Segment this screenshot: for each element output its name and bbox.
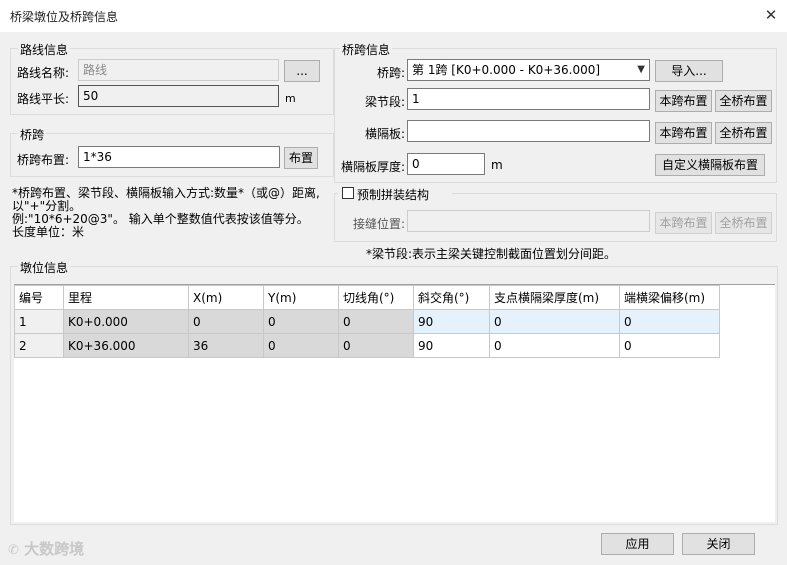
span-layout-label: 桥跨布置:	[17, 153, 70, 167]
span-select-label: 桥跨:	[377, 66, 406, 80]
diaphragm-whole-bridge-button[interactable]: 全桥布置	[715, 122, 772, 144]
table-cell[interactable]: 0	[263, 333, 339, 358]
table-cell[interactable]: 0	[619, 333, 720, 358]
joint-input	[407, 210, 650, 232]
pier-table-header: 编号 里程 X(m) Y(m) 切线角(°) 斜交角(°) 支点横隔梁厚度(m)…	[14, 285, 720, 310]
span-select-value: 第 1跨 [K0+0.000 - K0+36.000]	[412, 63, 601, 77]
span-layout-button[interactable]: 布置	[284, 147, 318, 169]
span-select[interactable]: 第 1跨 [K0+0.000 - K0+36.000] ▼	[407, 59, 650, 81]
table-cell[interactable]: 0	[489, 333, 620, 358]
span-layout-input[interactable]: 1*36	[78, 146, 280, 168]
col-support-diaphragm-thickness[interactable]: 支点横隔梁厚度(m)	[489, 285, 620, 310]
table-cell[interactable]: 2	[14, 333, 64, 358]
table-row[interactable]: 1 K0+0.000 0 0 0 90 0 0	[14, 309, 720, 334]
col-y[interactable]: Y(m)	[263, 285, 339, 310]
col-skew-angle[interactable]: 斜交角(°)	[413, 285, 490, 310]
joint-label: 接缝位置:	[353, 217, 406, 231]
table-cell[interactable]: 0	[263, 309, 339, 334]
table-cell[interactable]: 36	[188, 333, 264, 358]
precast-checkbox-label: 预制拼装结构	[357, 188, 430, 202]
route-length-label: 路线平长:	[17, 92, 70, 106]
segment-note: *梁节段:表示主梁关键控制截面位置划分间距。	[366, 247, 617, 261]
joint-whole-bridge-button: 全桥布置	[715, 212, 772, 234]
route-browse-button[interactable]: ...	[284, 60, 320, 82]
col-x[interactable]: X(m)	[188, 285, 264, 310]
col-number[interactable]: 编号	[14, 285, 64, 310]
bridge-group-label: 桥跨信息	[340, 41, 393, 58]
joint-this-span-button: 本跨布置	[655, 212, 712, 234]
title-bar	[0, 0, 787, 32]
route-name-label: 路线名称:	[17, 66, 70, 80]
watermark: ✆ 大数跨境	[8, 538, 84, 559]
close-button[interactable]: 关闭	[682, 533, 755, 555]
import-button[interactable]: 导入...	[655, 60, 723, 82]
route-length-field: 50	[78, 85, 279, 107]
segment-input[interactable]: 1	[407, 88, 650, 110]
diaphragm-this-span-button[interactable]: 本跨布置	[655, 122, 712, 144]
chevron-down-icon: ▼	[637, 64, 645, 75]
thickness-label: 横隔板厚度:	[341, 160, 406, 174]
custom-diaphragm-button[interactable]: 自定义横隔板布置	[655, 154, 765, 176]
watermark-text: 大数跨境	[24, 540, 85, 558]
close-icon[interactable]: ✕	[762, 6, 780, 24]
pier-table[interactable]: 编号 里程 X(m) Y(m) 切线角(°) 斜交角(°) 支点横隔梁厚度(m)…	[14, 285, 720, 358]
table-cell[interactable]: 90	[413, 333, 490, 358]
table-cell[interactable]: 0	[619, 309, 720, 334]
pier-group-label: 墩位信息	[18, 259, 71, 276]
diaphragm-input[interactable]	[407, 120, 650, 142]
note-line-4: 长度单位：米	[12, 225, 85, 239]
segment-this-span-button[interactable]: 本跨布置	[655, 90, 712, 112]
route-name-field[interactable]: 路线	[78, 59, 279, 81]
watermark-logo-icon: ✆	[8, 543, 19, 558]
window-title: 桥梁墩位及桥跨信息	[10, 10, 119, 24]
precast-checkbox[interactable]	[342, 187, 354, 199]
route-length-unit: m	[285, 92, 296, 105]
table-row[interactable]: 2 K0+36.000 36 0 0 90 0 0	[14, 333, 720, 358]
segment-whole-bridge-button[interactable]: 全桥布置	[715, 90, 772, 112]
col-mileage[interactable]: 里程	[63, 285, 189, 310]
table-cell[interactable]: 90	[413, 309, 490, 334]
table-cell[interactable]: 0	[338, 333, 414, 358]
table-cell[interactable]: 0	[338, 309, 414, 334]
table-cell[interactable]: 0	[489, 309, 620, 334]
col-end-beam-offset[interactable]: 端横梁偏移(m)	[619, 285, 720, 310]
segment-label: 梁节段:	[365, 95, 406, 109]
table-cell[interactable]: 1	[14, 309, 64, 334]
input-format-note: *桥跨布置、梁节段、横隔板输入方式:数量*（或@）距离, 以"+"分割。 例:"…	[12, 187, 332, 239]
col-tangent-angle[interactable]: 切线角(°)	[338, 285, 414, 310]
thickness-input[interactable]: 0	[407, 153, 485, 175]
span-group-label: 桥跨	[18, 126, 47, 143]
table-cell[interactable]: 0	[188, 309, 264, 334]
table-cell[interactable]: K0+0.000	[63, 309, 189, 334]
table-cell[interactable]: K0+36.000	[63, 333, 189, 358]
apply-button[interactable]: 应用	[601, 533, 674, 555]
thickness-unit: m	[491, 158, 503, 172]
diaphragm-label: 横隔板:	[365, 127, 406, 141]
route-group-label: 路线信息	[18, 41, 71, 58]
